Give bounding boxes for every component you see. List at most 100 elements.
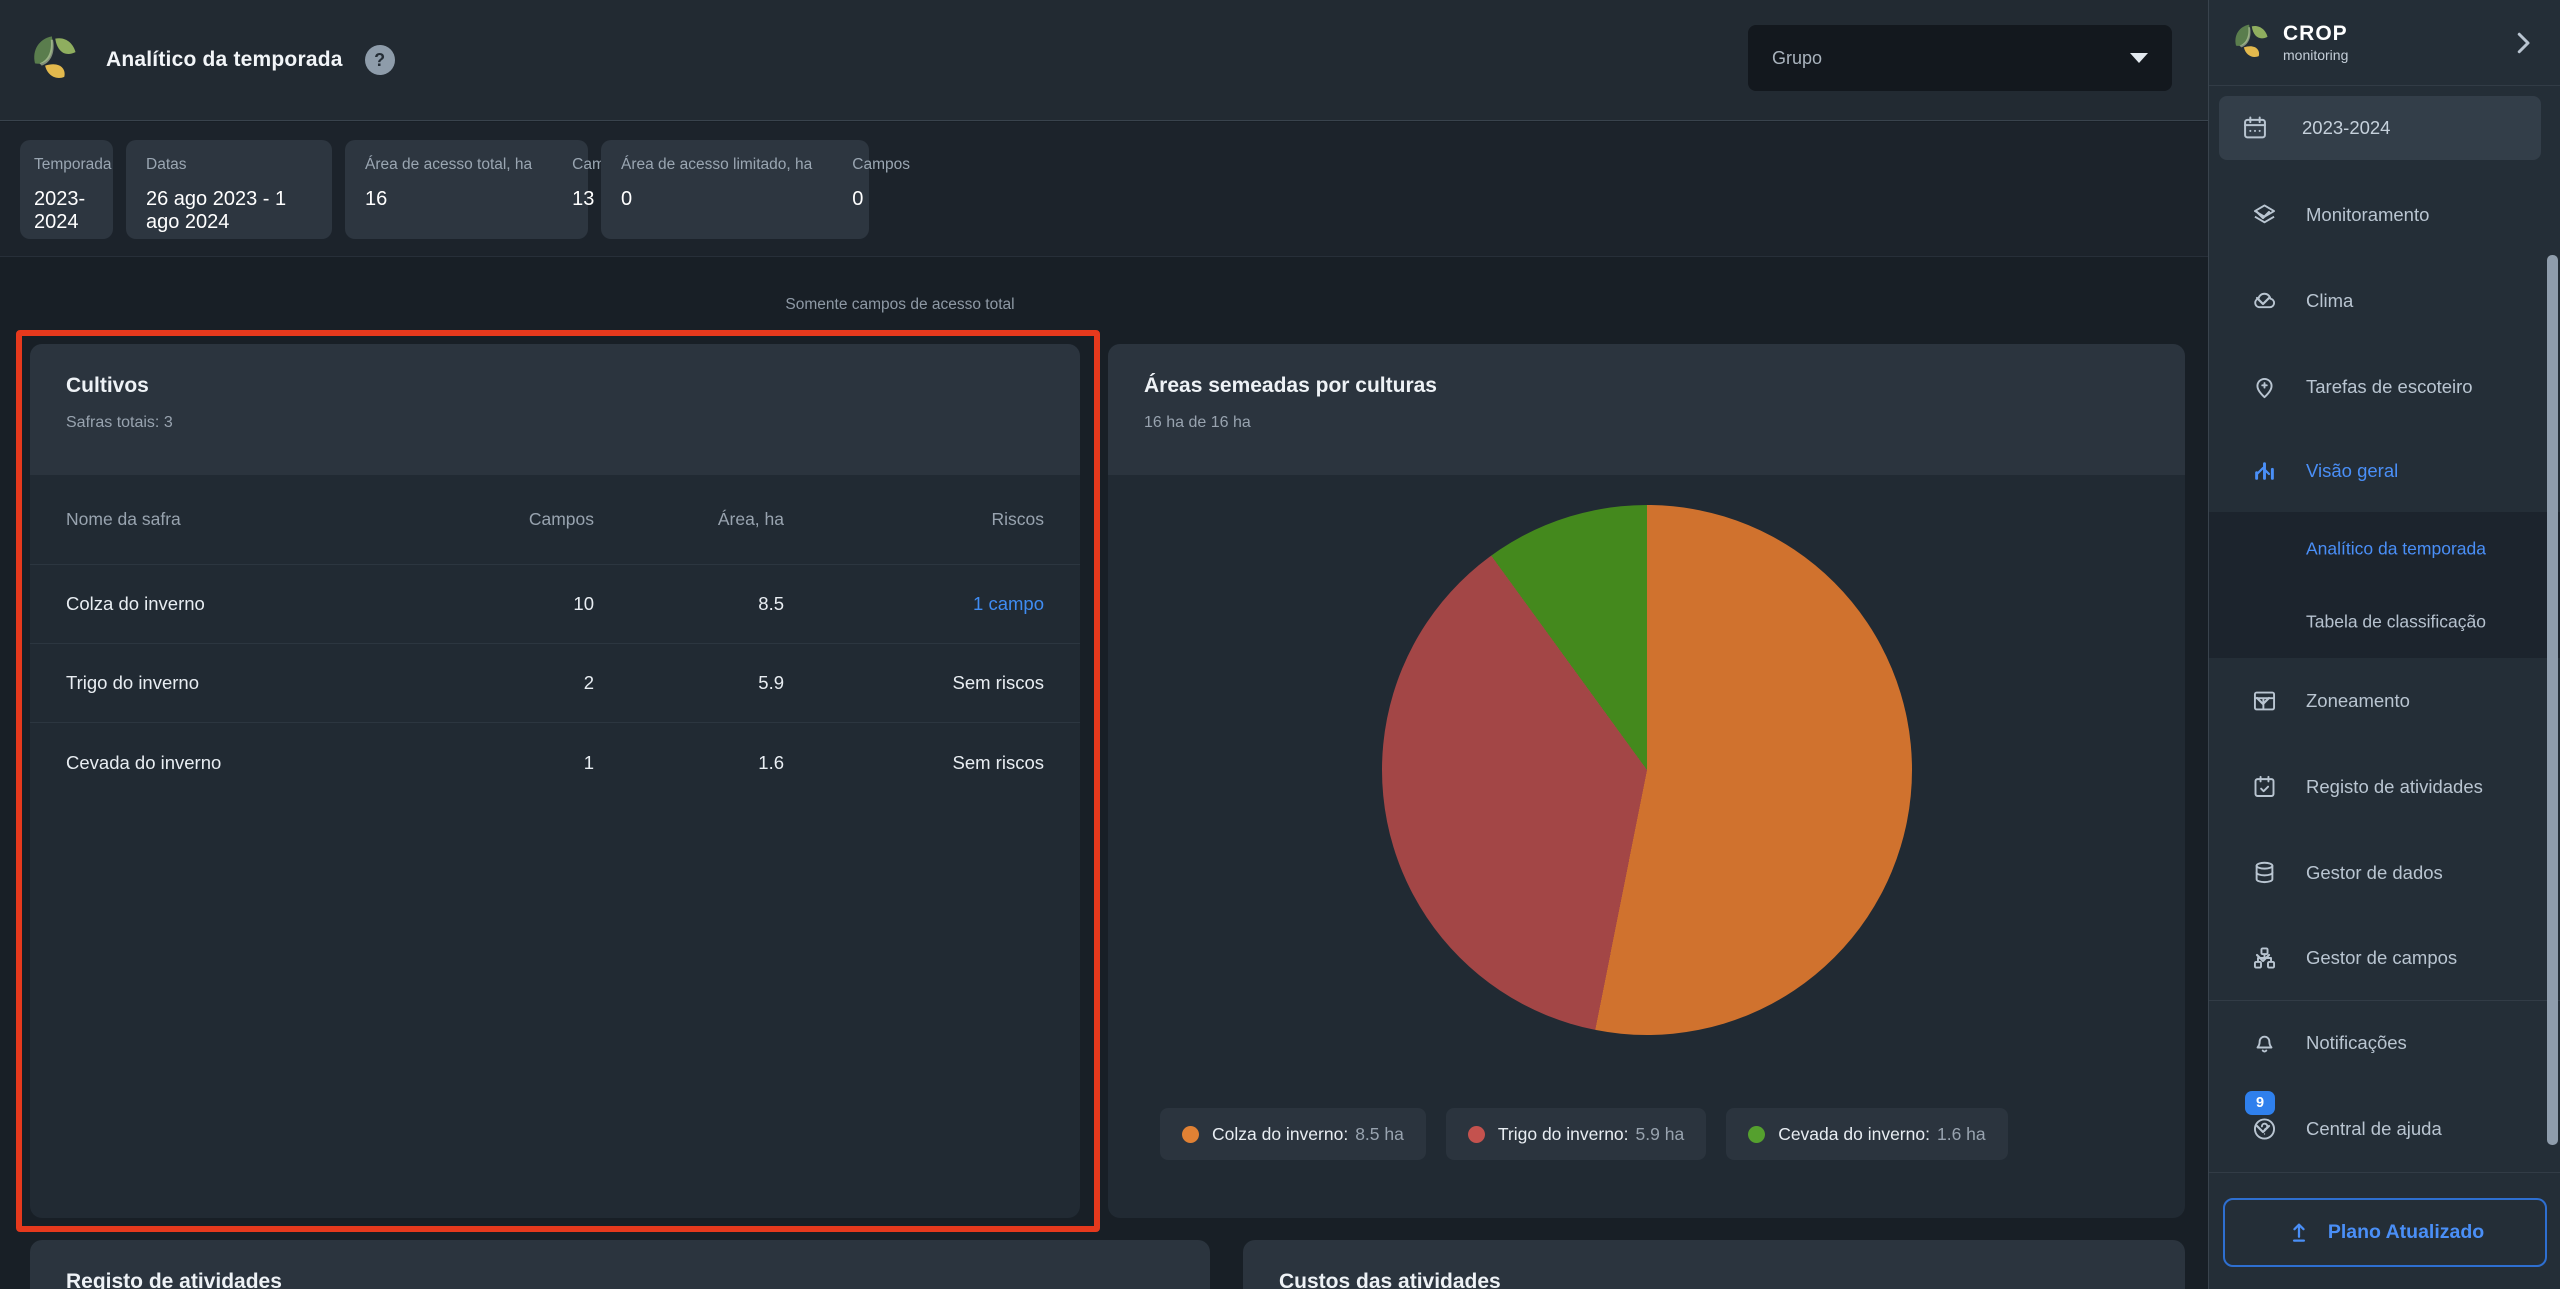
bell-icon [2251, 1030, 2278, 1057]
stat-value: 2023-2024 [34, 187, 86, 233]
sidebar-item-visao-geral[interactable]: Visão geral [2209, 430, 2560, 512]
season-card: Temporada 2023-2024 [20, 139, 113, 239]
legend-item: Colza do inverno: 8.5 ha [1160, 1108, 1426, 1160]
sidebar-item-label: Notificações [2306, 1032, 2407, 1053]
sidebar-item-label: Gestor de dados [2306, 862, 2443, 883]
sidebar-item-zoneamento[interactable]: Zoneamento [2209, 658, 2560, 744]
sown-areas-title: Áreas semeadas por culturas [1144, 374, 1437, 397]
sidebar-item-registo-de-atividades[interactable]: Registo de atividades [2209, 744, 2560, 830]
stat-label: Temporada [34, 155, 112, 173]
sidebar-item-tarefas-de-escoteiro[interactable]: Tarefas de escoteiro [2209, 344, 2560, 430]
legend-label: Colza do inverno: [1212, 1123, 1349, 1144]
crop-risk-link[interactable]: 1 campo [784, 593, 1044, 615]
page-title: Analítico da temporada [106, 48, 343, 71]
legend-item: Cevada do inverno: 1.6 ha [1726, 1108, 2008, 1160]
divider [2209, 1172, 2560, 1173]
sidebar-item-gestor-de-dados[interactable]: Gestor de dados [2209, 830, 2560, 916]
sidebar-item-monitoramento[interactable]: Monitoramento [2209, 172, 2560, 258]
legend-value: 8.5 ha [1355, 1123, 1404, 1144]
legend-item: Trigo do inverno: 5.9 ha [1445, 1108, 1707, 1160]
legend-value: 1.6 ha [1936, 1123, 1986, 1144]
crop-risk: Sem riscos [952, 672, 1045, 693]
crop-fields-count: 2 [583, 672, 594, 693]
sidebar-item-central-de-ajuda[interactable]: 9 Central de ajuda [2209, 1086, 2560, 1172]
stat-value: 16 [365, 187, 388, 210]
col-header-name: Nome da safra [66, 509, 181, 529]
season-label: 2023-2024 [2302, 117, 2391, 138]
legend-color-dot [1182, 1125, 1199, 1143]
sidebar-subitem-analitico-da-temporada[interactable]: Analítico da temporada [2209, 512, 2560, 585]
activity-costs-title: Custos das atividades [1279, 1270, 1501, 1289]
sidebar-subitem-tabela-de-classificacao[interactable]: Tabela de classificação [2209, 585, 2560, 658]
stat-label: Campos [852, 155, 910, 173]
crop-monitoring-logo-icon [34, 36, 76, 78]
chevron-down-icon [2251, 689, 2534, 713]
stat-value: 0 [852, 187, 864, 210]
table-row[interactable]: Colza do inverno 10 8.5 1 campo [30, 565, 1080, 644]
summary-cards-band: Temporada 2023-2024 Datas 26 ago 2023 - … [0, 122, 2208, 257]
app-root: Analítico da temporada ? Grupo Temporada… [0, 0, 2560, 1289]
legend-label: Cevada do inverno: [1778, 1123, 1930, 1144]
sidebar-brand: CROP monitoring [2209, 0, 2560, 86]
help-icon[interactable]: ? [364, 45, 395, 75]
pie-chart [1381, 505, 1912, 1035]
col-header-area: Área, ha [717, 509, 784, 529]
upgrade-plan-button[interactable]: Plano Atualizado [2223, 1198, 2547, 1267]
activity-log-title: Registo de atividades [66, 1270, 282, 1289]
crop-fields-count: 10 [573, 593, 594, 614]
crop-name: Cevada do inverno [66, 751, 222, 773]
chevron-down-icon [2130, 53, 2148, 63]
calendar-icon [2241, 114, 2269, 142]
sown-areas-panel-header: Áreas semeadas por culturas 16 ha de 16 … [1108, 344, 2185, 475]
limited-access-area-card: Área de acesso limitado, ha 0 Campos 0 [601, 139, 910, 239]
chevron-down-icon [2251, 1117, 2534, 1141]
sidebar-item-label: Registo de atividades [2306, 776, 2483, 797]
upgrade-plan-label: Plano Atualizado [2327, 1221, 2485, 1243]
crop-name: Trigo do inverno [66, 672, 199, 693]
chevron-up-icon [2251, 459, 2534, 483]
crop-area: 5.9 [758, 672, 784, 693]
crop-area: 1.6 [758, 751, 784, 773]
visao-geral-submenu: Analítico da temporada Tabela de classif… [2209, 512, 2560, 658]
sidebar-subitem-label: Analítico da temporada [2306, 538, 2486, 558]
group-dropdown[interactable]: Grupo [1748, 25, 2172, 91]
sown-areas-subtitle: 16 ha de 16 ha [1144, 414, 1251, 431]
stat-label: Datas [146, 155, 187, 173]
activity-log-panel: Registo de atividades [30, 1240, 1210, 1289]
crops-panel: Cultivos Safras totais: 3 Nome da safra … [30, 344, 1080, 1218]
table-row[interactable]: Cevada do inverno 1 1.6 Sem riscos [30, 723, 1080, 802]
crop-monitoring-logo-icon [2235, 24, 2268, 57]
activity-costs-panel: Custos das atividades [1243, 1240, 2185, 1289]
upload-icon [2286, 1220, 2312, 1246]
sidebar-item-notificacoes[interactable]: Notificações [2209, 1000, 2560, 1086]
sidebar-subitem-label: Tabela de classificação [2306, 611, 2486, 631]
crop-area: 8.5 [758, 593, 784, 614]
chevron-down-icon [2251, 203, 2534, 227]
pie-legend: Colza do inverno: 8.5 ha Trigo do invern… [1160, 1108, 2008, 1160]
col-header-risks: Riscos [991, 509, 1044, 529]
crops-table-header: Nome da safra Campos Área, ha Riscos [30, 475, 1080, 565]
legend-value: 5.9 ha [1635, 1123, 1685, 1144]
collapse-sidebar-icon[interactable] [2508, 28, 2538, 58]
sidebar-item-gestor-de-campos[interactable]: Gestor de campos [2209, 916, 2560, 1000]
stat-label: Área de acesso total, ha [365, 155, 533, 173]
chevron-down-icon [2251, 289, 2534, 313]
dates-card: Datas 26 ago 2023 - 1 ago 2024 [126, 139, 332, 239]
map-pin-icon [2251, 374, 2278, 401]
sown-areas-panel: Áreas semeadas por culturas 16 ha de 16 … [1108, 344, 2185, 1218]
top-header: Analítico da temporada ? Grupo [0, 0, 2208, 121]
crop-fields-count: 1 [583, 751, 594, 773]
table-row[interactable]: Trigo do inverno 2 5.9 Sem riscos [30, 644, 1080, 723]
sidebar-item-clima[interactable]: Clima [2209, 258, 2560, 344]
vertical-scrollbar[interactable] [2547, 255, 2558, 1145]
crop-name: Colza do inverno [66, 593, 205, 614]
brand-name: CROP [2283, 22, 2348, 45]
stat-label: Área de acesso limitado, ha [621, 155, 813, 173]
col-header-fields: Campos [528, 509, 594, 529]
sidebar: CROP monitoring 2023-2024 Monitoramento [2208, 0, 2560, 1289]
season-selector[interactable]: 2023-2024 [2219, 96, 2541, 160]
crops-panel-subtitle: Safras totais: 3 [66, 414, 173, 431]
legend-label: Trigo do inverno: [1497, 1123, 1629, 1144]
total-access-area-card: Área de acesso total, ha 16 Campos 13 [345, 139, 630, 239]
crop-risk: Sem riscos [952, 751, 1045, 773]
